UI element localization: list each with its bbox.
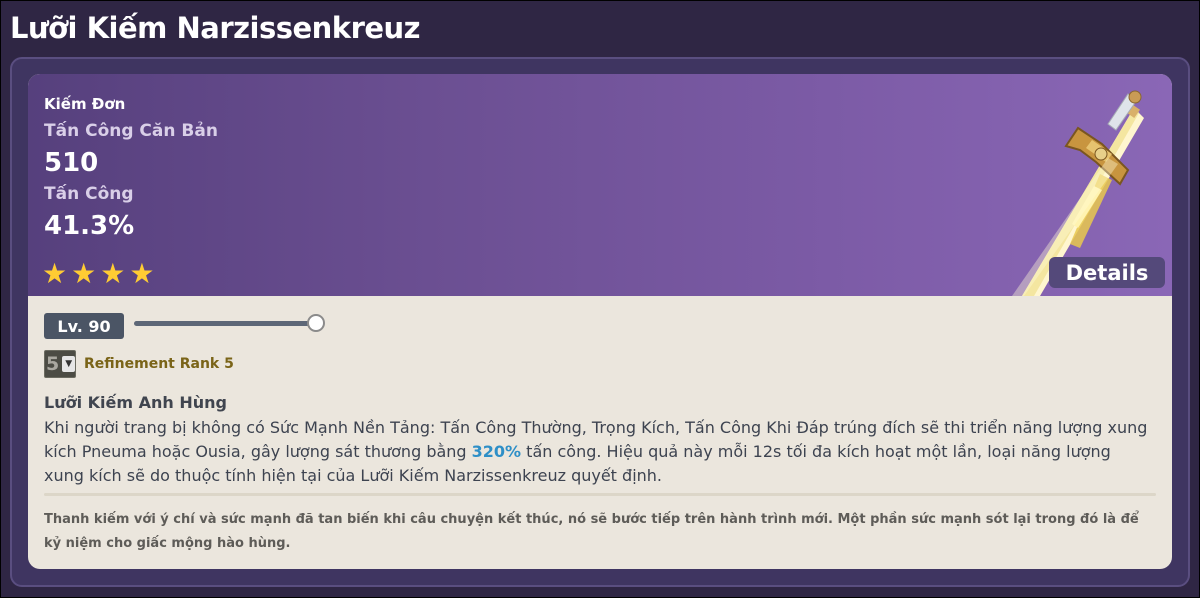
page-title: Lưỡi Kiếm Narzissenkreuz (10, 11, 421, 45)
star-icon: ★ (129, 257, 155, 290)
refinement-selected-value: 5 (46, 353, 60, 375)
sub-stat-value: 41.3% (44, 211, 135, 241)
refinement-label: Refinement Rank 5 (84, 356, 234, 372)
divider (44, 493, 1156, 496)
refinement-select[interactable]: 5 ▼ (44, 350, 76, 378)
rarity-stars: ★ ★ ★ ★ (42, 260, 154, 288)
weapon-header: Kiếm Đơn Tấn Công Căn Bản 510 Tấn Công 4… (28, 74, 1172, 296)
passive-title: Lưỡi Kiếm Anh Hùng (44, 393, 227, 412)
weapon-type: Kiếm Đơn (44, 95, 126, 113)
star-icon: ★ (100, 257, 126, 290)
base-atk-value: 510 (44, 148, 99, 178)
level-badge: Lv. 90 (44, 313, 124, 339)
chevron-down-icon: ▼ (62, 356, 75, 372)
lore-text: Thanh kiếm với ý chí và sức mạnh đã tan … (44, 512, 1139, 551)
weapon-card: Kiếm Đơn Tấn Công Căn Bản 510 Tấn Công 4… (28, 74, 1172, 569)
sub-stat-label: Tấn Công (44, 184, 134, 204)
details-button[interactable]: Details (1049, 257, 1165, 288)
level-slider-thumb[interactable] (307, 314, 325, 332)
base-atk-label: Tấn Công Căn Bản (44, 121, 218, 141)
passive-description: Khi người trang bị không có Sức Mạnh Nền… (44, 416, 1154, 488)
passive-desc-highlight: 320% (471, 442, 522, 461)
level-slider-track[interactable] (134, 321, 316, 326)
star-icon: ★ (42, 257, 68, 290)
star-icon: ★ (71, 257, 97, 290)
